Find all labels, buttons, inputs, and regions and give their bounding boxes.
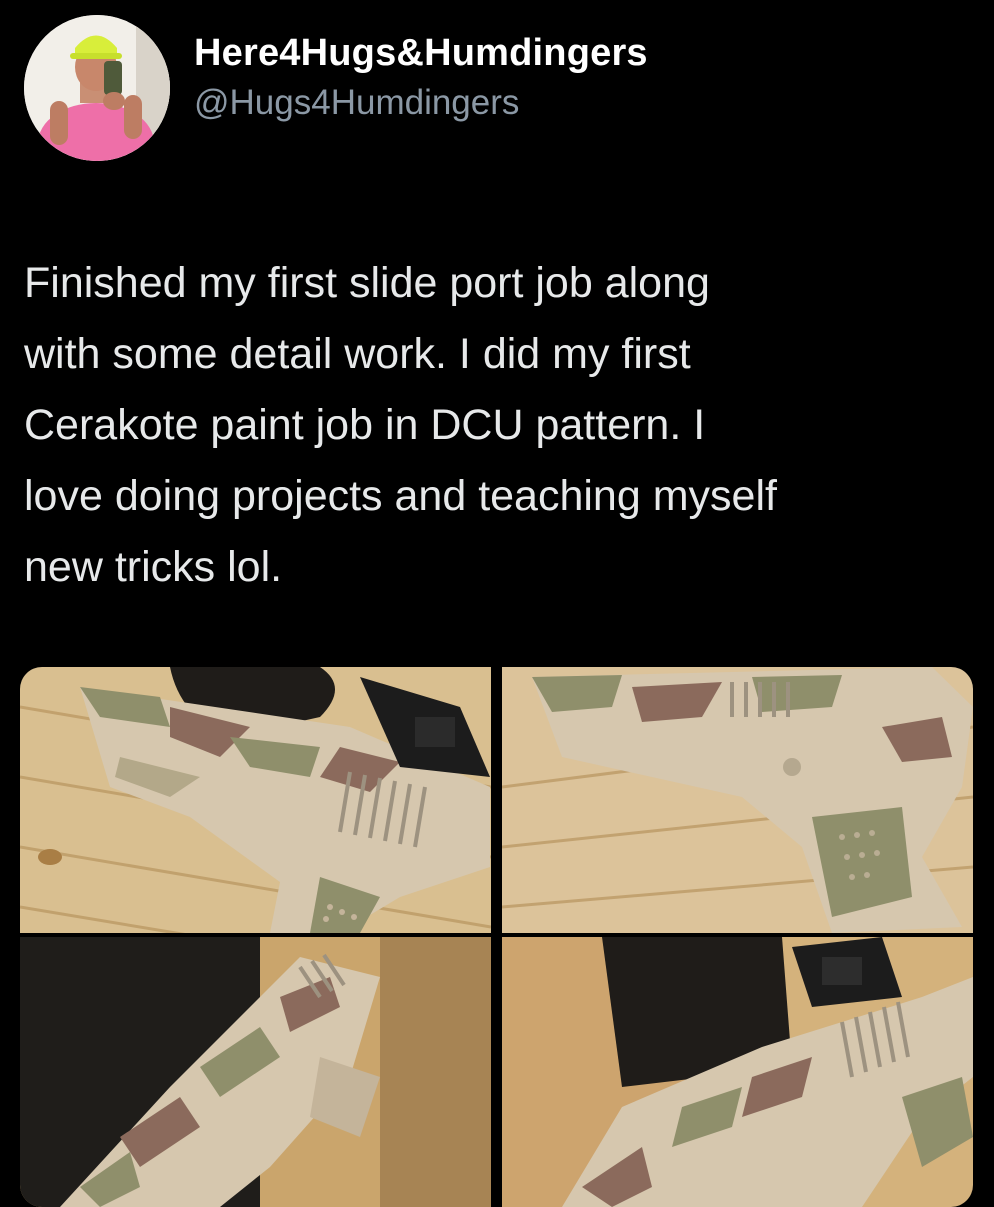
media-photo-4[interactable]	[502, 937, 973, 1207]
tweet-header: Here4Hugs&Humdingers @Hugs4Humdingers	[24, 14, 648, 162]
profile-photo-avatar-icon	[24, 15, 170, 161]
author-identity: Here4Hugs&Humdingers @Hugs4Humdingers	[194, 31, 648, 125]
media-photo-3[interactable]	[20, 937, 491, 1207]
tweet-text: Finished my first slide port job along w…	[24, 259, 777, 591]
camo-pistol-photo-icon	[20, 667, 491, 933]
media-grid	[20, 667, 973, 1207]
author-avatar[interactable]	[24, 15, 170, 161]
author-display-name[interactable]: Here4Hugs&Humdingers	[194, 31, 648, 75]
media-photo-1[interactable]	[20, 667, 491, 933]
media-photo-2[interactable]	[502, 667, 973, 933]
camo-pistol-photo-icon	[502, 937, 973, 1207]
camo-pistol-photo-icon	[502, 667, 973, 933]
author-handle[interactable]: @Hugs4Humdingers	[194, 81, 648, 125]
camo-pistol-photo-icon	[20, 937, 491, 1207]
